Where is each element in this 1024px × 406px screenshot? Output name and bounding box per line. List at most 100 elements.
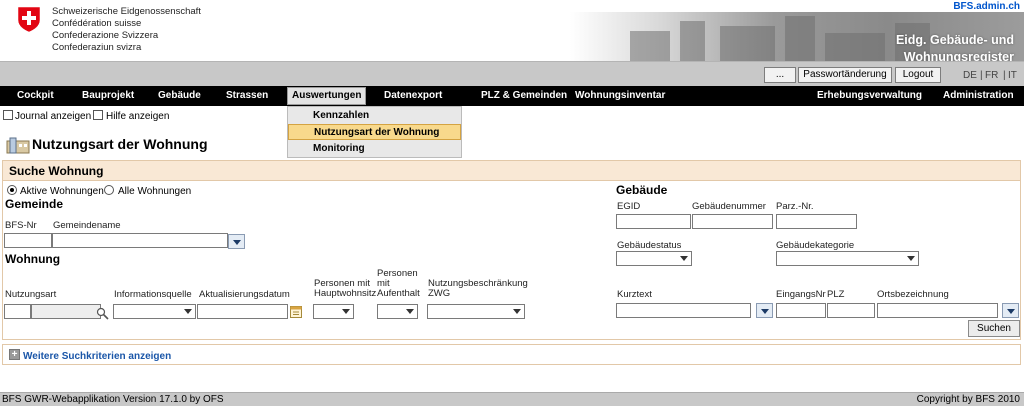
kurztext-dropdown-button[interactable] bbox=[756, 303, 773, 318]
journal-checkbox[interactable] bbox=[3, 110, 13, 120]
swiss-coat-of-arms-icon bbox=[17, 6, 41, 33]
aktualisierungsdatum-label: Aktualisierungsdatum bbox=[199, 289, 290, 300]
confederation-line-rm: Confederaziun svizra bbox=[52, 42, 142, 53]
informationsquelle-label: Informationsquelle bbox=[114, 289, 192, 300]
gebaeudekategorie-label: Gebäudekategorie bbox=[776, 240, 855, 251]
more-criteria-link[interactable]: Weitere Suchkriterien anzeigen bbox=[23, 351, 171, 362]
password-change-button[interactable]: Passwortänderung bbox=[798, 67, 892, 83]
aktualisierungsdatum-input[interactable] bbox=[197, 304, 288, 319]
personen-hauptwohnsitz-select[interactable] bbox=[313, 304, 354, 319]
bfs-admin-link[interactable]: BFS.admin.ch bbox=[951, 1, 1022, 12]
gebaeudenummer-input[interactable] bbox=[692, 214, 773, 229]
expand-plus-icon[interactable]: + bbox=[9, 349, 20, 360]
nutzungsart-code-input[interactable] bbox=[4, 304, 31, 319]
personen-aufenthalt-label-line3: Aufenthalt bbox=[377, 288, 420, 299]
register-title-line2: Wohnungsregister bbox=[903, 50, 1014, 61]
radio-active-label: Aktive Wohnungen bbox=[20, 186, 104, 197]
chevron-down-icon bbox=[761, 309, 769, 314]
menu-item-nutzungsart[interactable]: Nutzungsart der Wohnung bbox=[288, 124, 461, 140]
parz-nr-label: Parz.-Nr. bbox=[776, 201, 814, 212]
parz-nr-input[interactable] bbox=[776, 214, 857, 229]
top-toolbar: ... Passwortänderung Logout DE | FR | IT bbox=[0, 61, 1024, 86]
header-banner-image: Eidg. Gebäude- und Wohnungsregister bbox=[570, 12, 1024, 61]
personen-hauptwohnsitz-label-line2: Hauptwohnsitz bbox=[314, 288, 377, 299]
nav-datenexport[interactable]: Datenexport bbox=[384, 86, 442, 106]
gebaeudekategorie-select[interactable] bbox=[776, 251, 919, 266]
ortsbezeichnung-dropdown-button[interactable] bbox=[1002, 303, 1019, 318]
radio-all-apartments[interactable] bbox=[104, 185, 114, 195]
gemeindename-dropdown-button[interactable] bbox=[228, 234, 245, 249]
eingangsnr-input[interactable] bbox=[776, 303, 826, 318]
language-de-link[interactable]: DE bbox=[963, 70, 977, 81]
language-separator: | bbox=[980, 70, 983, 81]
confederation-line-it: Confederazione Svizzera bbox=[52, 30, 159, 41]
egid-input[interactable] bbox=[616, 214, 691, 229]
kurztext-label: Kurztext bbox=[617, 289, 652, 300]
nav-erhebungsverwaltung[interactable]: Erhebungsverwaltung bbox=[817, 86, 922, 106]
kurztext-input[interactable] bbox=[616, 303, 751, 318]
chevron-down-icon bbox=[1007, 309, 1015, 314]
personen-hauptwohnsitz-label: Personen mit Hauptwohnsitz bbox=[314, 279, 376, 299]
nutzungsbeschraenkung-label: Nutzungsbeschränkung ZWG bbox=[428, 279, 528, 299]
nav-wohnungsinventar[interactable]: Wohnungsinventar bbox=[575, 86, 665, 106]
menu-item-monitoring[interactable]: Monitoring bbox=[288, 141, 461, 157]
radio-active-apartments[interactable] bbox=[7, 185, 17, 195]
nutzungsart-label: Nutzungsart bbox=[5, 289, 57, 300]
nutzungsbeschraenkung-label-line2: ZWG bbox=[428, 288, 451, 299]
chevron-down-icon bbox=[680, 256, 688, 261]
more-options-button[interactable]: ... bbox=[764, 67, 796, 83]
chevron-down-icon bbox=[184, 309, 192, 314]
radio-all-label: Alle Wohnungen bbox=[118, 186, 192, 197]
language-separator: | bbox=[1003, 70, 1006, 81]
search-button[interactable]: Suchen bbox=[968, 320, 1020, 337]
header: Schweizerische Eidgenossenschaft Confédé… bbox=[0, 0, 1024, 61]
nav-strassen[interactable]: Strassen bbox=[226, 86, 268, 106]
confederation-line-de: Schweizerische Eidgenossenschaft bbox=[52, 6, 201, 17]
help-label: Hilfe anzeigen bbox=[106, 111, 170, 122]
journal-label: Journal anzeigen bbox=[15, 111, 92, 122]
footer-version: BFS GWR-Webapplikation Version 17.1.0 by… bbox=[2, 394, 224, 405]
logout-button[interactable]: Logout bbox=[895, 67, 941, 83]
nav-administration[interactable]: Administration bbox=[943, 86, 1014, 106]
confederation-line-fr: Confédération suisse bbox=[52, 18, 142, 29]
chevron-down-icon bbox=[406, 309, 414, 314]
menu-item-kennzahlen[interactable]: Kennzahlen bbox=[288, 108, 461, 124]
nav-gebaeude[interactable]: Gebäude bbox=[158, 86, 201, 106]
language-fr-link[interactable]: FR bbox=[985, 70, 998, 81]
confederation-names: Schweizerische Eidgenossenschaft Confédé… bbox=[52, 6, 201, 54]
nav-auswertungen[interactable]: Auswertungen bbox=[287, 87, 367, 105]
ortsbezeichnung-input[interactable] bbox=[877, 303, 998, 318]
page-title: Nutzungsart der Wohnung bbox=[32, 136, 208, 152]
help-checkbox[interactable] bbox=[93, 110, 103, 120]
ortsbezeichnung-label: Ortsbezeichnung bbox=[877, 289, 949, 300]
gemeindename-input[interactable] bbox=[52, 233, 228, 248]
language-it-link[interactable]: IT bbox=[1008, 70, 1017, 81]
auswertungen-dropdown-menu: Kennzahlen Nutzungsart der Wohnung Monit… bbox=[287, 106, 462, 158]
chevron-down-icon bbox=[342, 309, 350, 314]
nutzungsart-text-input[interactable] bbox=[31, 304, 101, 319]
magnifier-icon[interactable] bbox=[96, 307, 110, 321]
egid-label: EGID bbox=[617, 201, 641, 212]
gemeinde-heading: Gemeinde bbox=[5, 197, 64, 211]
search-panel-title: Suche Wohnung bbox=[9, 164, 104, 178]
gebaeudenummer-label: Gebäudenummer bbox=[692, 201, 766, 212]
gebaeudestatus-select[interactable] bbox=[616, 251, 692, 266]
bfs-nr-label: BFS-Nr bbox=[5, 220, 37, 231]
nav-bauprojekt[interactable]: Bauprojekt bbox=[82, 86, 134, 106]
footer-copyright: Copyright by BFS 2010 bbox=[916, 394, 1020, 405]
plz-input[interactable] bbox=[827, 303, 875, 318]
main-navigation: Cockpit Bauprojekt Gebäude Strassen Ausw… bbox=[0, 86, 1024, 106]
register-title-line1: Eidg. Gebäude- und bbox=[895, 33, 1014, 47]
personen-aufenthalt-label: Personen mit Aufenthalt bbox=[377, 269, 420, 299]
personen-aufenthalt-select[interactable] bbox=[377, 304, 418, 319]
nav-plz-gemeinden[interactable]: PLZ & Gemeinden bbox=[481, 86, 567, 106]
gemeindename-label: Gemeindename bbox=[53, 220, 121, 231]
gebaeudestatus-label: Gebäudestatus bbox=[617, 240, 682, 251]
more-criteria-bar: + Weitere Suchkriterien anzeigen bbox=[2, 344, 1021, 365]
bfs-nr-input[interactable] bbox=[4, 233, 52, 248]
nav-cockpit[interactable]: Cockpit bbox=[17, 86, 54, 106]
search-panel-header: Suche Wohnung bbox=[3, 161, 1020, 181]
calendar-icon[interactable] bbox=[290, 305, 302, 318]
informationsquelle-select[interactable] bbox=[113, 304, 196, 319]
nutzungsbeschraenkung-select[interactable] bbox=[427, 304, 525, 319]
